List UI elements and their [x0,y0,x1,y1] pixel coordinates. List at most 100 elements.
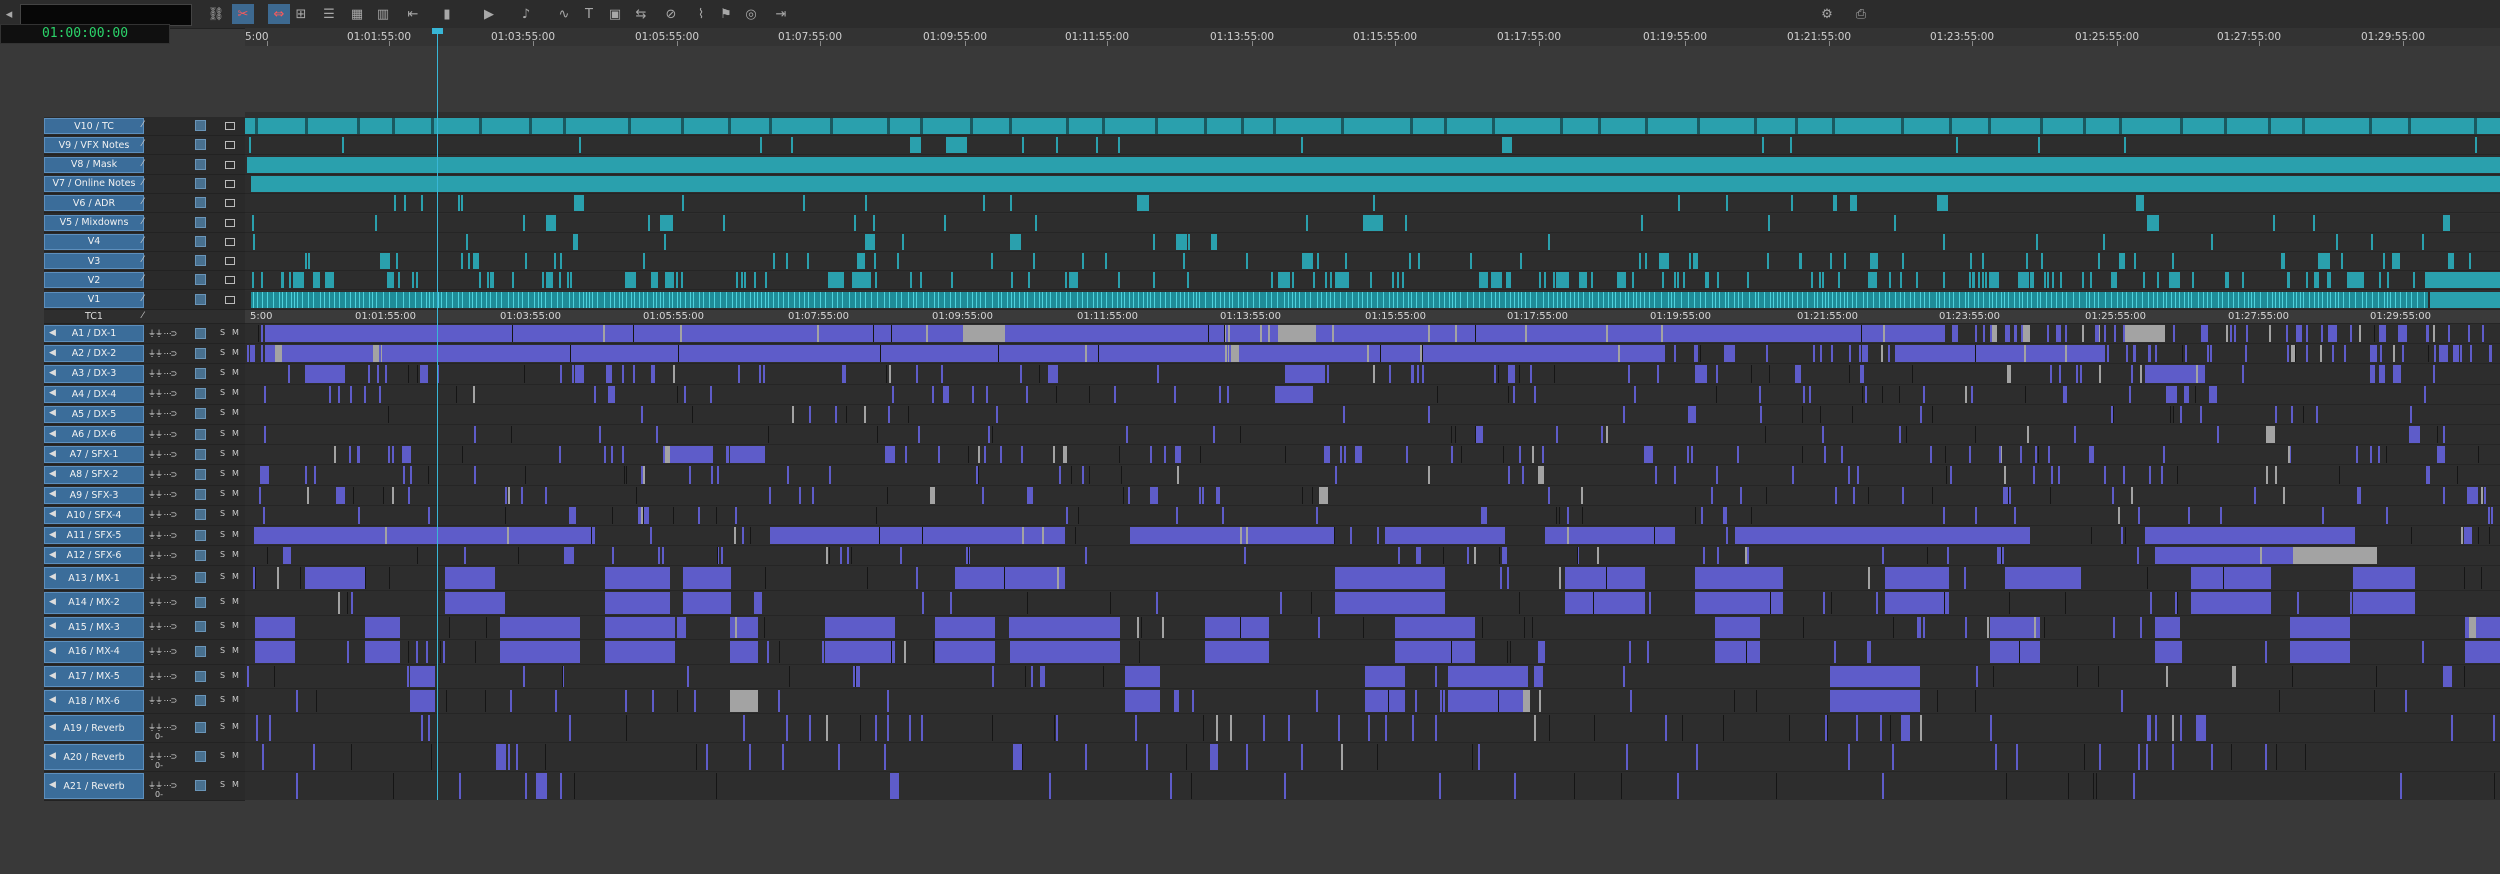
audio-clip[interactable] [1155,592,1158,614]
clip-marker[interactable] [1696,118,1700,134]
audio-clip[interactable] [2467,486,2479,504]
track-lock-icon[interactable] [195,695,206,707]
video-clip[interactable] [2119,253,2126,270]
audio-track-lane[interactable] [245,566,2500,591]
audio-clip[interactable] [1724,506,1727,524]
track-lock-icon[interactable] [195,572,206,584]
audio-clip[interactable] [1445,345,1448,363]
audio-clip[interactable] [520,345,526,363]
audio-clip[interactable] [880,325,883,343]
pen-icon[interactable]: ⁄ [142,120,188,133]
grid-icon[interactable]: ▦ [346,4,368,24]
video-clip[interactable] [1971,272,1974,289]
audio-clip[interactable] [2286,325,2289,343]
offline-clip[interactable] [730,690,758,712]
video-clip[interactable] [567,272,570,289]
video-clip[interactable] [765,272,768,289]
audio-clip[interactable] [2111,486,2114,504]
audio-clip[interactable] [1531,446,1534,464]
video-clip[interactable] [1021,137,1024,154]
speaker-icon[interactable]: ◀ [49,449,56,459]
audio-clip[interactable] [2209,385,2217,403]
audio-clip[interactable] [691,325,694,343]
audio-clip[interactable] [726,325,729,343]
audio-routing-icon[interactable]: ⏚⏚ ⋯⊃ [148,530,177,541]
video-clip[interactable] [1211,233,1218,250]
audio-clip[interactable] [337,527,340,545]
audio-clip[interactable] [1365,690,1405,712]
audio-clip[interactable] [782,744,785,770]
video-clip[interactable] [1638,253,1641,270]
audio-clip[interactable] [1065,506,1068,524]
audio-clip[interactable] [427,325,430,343]
audio-clip[interactable] [2434,345,2437,363]
audio-clip[interactable] [402,446,412,464]
audio-clip[interactable] [650,365,655,383]
audio-clip[interactable] [260,466,270,484]
pen-icon[interactable]: ⁄ [142,255,188,268]
solo-button[interactable]: S [220,597,225,606]
audio-clip[interactable] [338,592,341,614]
audio-clip[interactable] [2260,547,2263,565]
audio-clip[interactable] [834,325,837,343]
audio-clip[interactable] [383,325,386,343]
audio-clip[interactable] [579,365,582,383]
track-lock-icon[interactable] [195,468,206,480]
audio-clip[interactable] [1853,486,1856,504]
video-clip[interactable] [467,253,470,270]
video-clip[interactable] [1843,253,1846,270]
audio-clip[interactable] [378,345,381,363]
audio-clip[interactable] [640,405,643,423]
audio-clip[interactable] [1335,592,1445,614]
video-clip[interactable] [790,137,793,154]
audio-clip[interactable] [2047,325,2050,343]
audio-clip[interactable] [1545,527,1675,545]
video-clip[interactable] [2134,253,2137,270]
solo-button[interactable]: S [220,429,225,438]
audio-clip[interactable] [1820,345,1823,363]
video-clip[interactable] [2346,272,2349,289]
audio-clip[interactable] [809,405,812,423]
audio-clip[interactable] [1085,547,1087,565]
video-clip[interactable] [991,253,994,270]
video-clip[interactable] [1849,195,1858,212]
audio-clip[interactable] [1716,466,1719,484]
audio-clip[interactable] [1244,547,1247,565]
audio-clip[interactable] [675,325,678,343]
audio-clip[interactable] [2082,325,2085,343]
audio-clip[interactable] [1567,506,1570,524]
mute-button[interactable]: M [232,550,239,559]
audio-clip[interactable] [1625,744,1628,770]
audio-clip[interactable] [1218,385,1221,403]
video-clip[interactable] [806,253,809,270]
audio-clip[interactable] [1058,466,1061,484]
audio-clip[interactable] [1495,527,1498,545]
offline-clip[interactable] [963,325,1005,343]
audio-clip[interactable] [1870,325,1873,343]
audio-clip[interactable] [1695,744,1698,770]
audio-clip[interactable] [1861,345,1864,363]
audio-clip[interactable] [979,345,984,363]
video-clip[interactable] [1009,195,1012,212]
video-clip[interactable] [656,272,659,289]
audio-clip[interactable] [2048,446,2051,464]
video-clip[interactable] [1870,253,1878,270]
audio-clip[interactable] [1809,385,1812,403]
mute-button[interactable]: M [232,780,239,789]
audio-clip[interactable] [274,527,277,545]
audio-clip[interactable] [2076,365,2079,383]
audio-clip[interactable] [1537,641,1545,663]
audio-clip[interactable] [2179,405,2182,423]
audio-clip[interactable] [1865,345,1868,363]
mute-button[interactable]: M [232,572,239,581]
audio-clip[interactable] [1880,715,1883,741]
audio-track-lane[interactable] [245,425,2500,446]
audio-clip[interactable] [1323,446,1330,464]
audio-clip[interactable] [916,365,919,383]
audio-clip[interactable] [1415,690,1418,712]
video-clip[interactable] [1725,195,1728,212]
video-clip[interactable] [1982,272,1985,289]
audio-clip[interactable] [2409,426,2421,444]
audio-clip[interactable] [560,365,563,383]
track-name[interactable]: TC1 [44,311,144,322]
